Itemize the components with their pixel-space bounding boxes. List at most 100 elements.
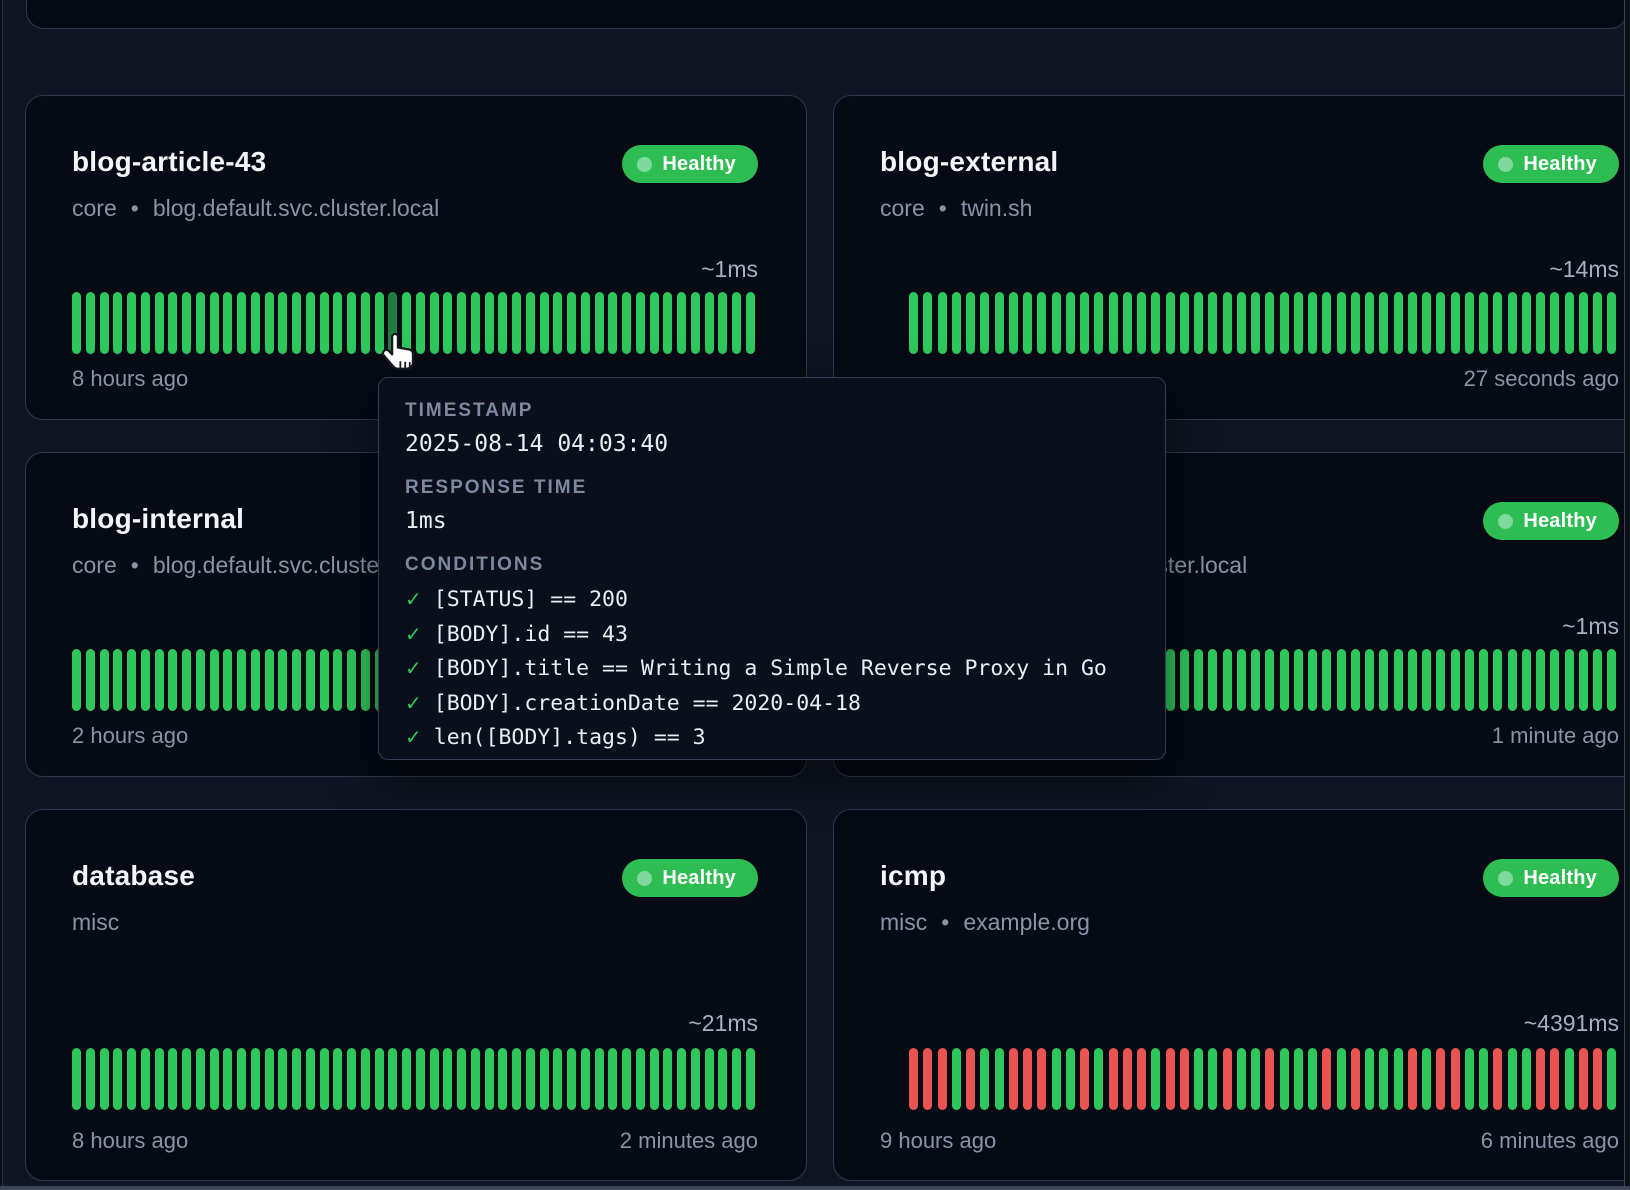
- status-bar-success[interactable]: [540, 1048, 549, 1110]
- status-bar-success[interactable]: [1465, 649, 1474, 711]
- status-bar-success[interactable]: [127, 1048, 136, 1110]
- status-bar-success[interactable]: [691, 292, 700, 354]
- status-bar-success[interactable]: [278, 649, 287, 711]
- status-bar-success[interactable]: [141, 292, 150, 354]
- status-bar-success[interactable]: [1208, 292, 1217, 354]
- status-bar-failure[interactable]: [1550, 1048, 1559, 1110]
- status-bar-success[interactable]: [1237, 292, 1246, 354]
- status-bar-success[interactable]: [1522, 292, 1531, 354]
- status-bar-success[interactable]: [1337, 292, 1346, 354]
- status-bar-success[interactable]: [1151, 292, 1160, 354]
- status-bar-success[interactable]: [608, 292, 617, 354]
- status-bar-success[interactable]: [952, 1048, 961, 1110]
- status-bar-success[interactable]: [210, 649, 219, 711]
- status-bar-success[interactable]: [430, 292, 439, 354]
- status-bar-success[interactable]: [1508, 649, 1517, 711]
- status-bar-success[interactable]: [1094, 1048, 1103, 1110]
- status-bar-success[interactable]: [1180, 292, 1189, 354]
- status-bar-success[interactable]: [306, 649, 315, 711]
- status-bar-success[interactable]: [402, 1048, 411, 1110]
- status-bar-success[interactable]: [1351, 649, 1360, 711]
- status-bar-success[interactable]: [113, 292, 122, 354]
- status-bar-success[interactable]: [457, 292, 466, 354]
- status-bar-success[interactable]: [581, 292, 590, 354]
- status-bar-success[interactable]: [498, 292, 507, 354]
- status-bar-success[interactable]: [182, 1048, 191, 1110]
- status-bar-success[interactable]: [1394, 1048, 1403, 1110]
- status-bar-success[interactable]: [1280, 1048, 1289, 1110]
- status-bar-success[interactable]: [196, 649, 205, 711]
- status-bar-success[interactable]: [416, 1048, 425, 1110]
- status-bar-success[interactable]: [361, 292, 370, 354]
- status-bar-success[interactable]: [1436, 649, 1445, 711]
- status-bar-success[interactable]: [1052, 1048, 1061, 1110]
- status-bar-success[interactable]: [1322, 649, 1331, 711]
- status-bar-success[interactable]: [196, 292, 205, 354]
- status-bar-success[interactable]: [1365, 292, 1374, 354]
- status-bar-failure[interactable]: [1180, 1048, 1189, 1110]
- status-bar-success[interactable]: [512, 1048, 521, 1110]
- status-bar-success[interactable]: [361, 649, 370, 711]
- status-bar-success[interactable]: [1508, 1048, 1517, 1110]
- status-bar-success[interactable]: [1166, 649, 1175, 711]
- status-bar-success[interactable]: [526, 1048, 535, 1110]
- status-bar-success[interactable]: [320, 1048, 329, 1110]
- status-bar-failure[interactable]: [1322, 1048, 1331, 1110]
- status-bar-success[interactable]: [1565, 292, 1574, 354]
- status-bar-success[interactable]: [1308, 649, 1317, 711]
- status-bar-success[interactable]: [86, 292, 95, 354]
- status-bar-failure[interactable]: [1166, 1048, 1175, 1110]
- status-bar-success[interactable]: [1607, 1048, 1616, 1110]
- status-bar-success[interactable]: [1080, 292, 1089, 354]
- status-bar-success[interactable]: [72, 649, 81, 711]
- status-bar-success[interactable]: [1237, 649, 1246, 711]
- status-bar-success[interactable]: [1436, 292, 1445, 354]
- status-bar-success[interactable]: [320, 649, 329, 711]
- status-bar-success[interactable]: [265, 1048, 274, 1110]
- status-bar-success[interactable]: [705, 292, 714, 354]
- status-bar-success[interactable]: [1280, 649, 1289, 711]
- status-bar-success[interactable]: [622, 1048, 631, 1110]
- status-bar-success[interactable]: [278, 292, 287, 354]
- status-bar-success[interactable]: [512, 292, 521, 354]
- status-bar-success[interactable]: [1037, 292, 1046, 354]
- status-bar-success[interactable]: [1365, 1048, 1374, 1110]
- status-bar-success[interactable]: [1379, 649, 1388, 711]
- status-bar-success[interactable]: [1123, 292, 1132, 354]
- status-bar-failure[interactable]: [1223, 1048, 1232, 1110]
- endpoint-card-icmp[interactable]: icmp misc • example.org Healthy ~4391ms …: [833, 809, 1630, 1181]
- status-bar-success[interactable]: [210, 1048, 219, 1110]
- status-bar-success[interactable]: [1451, 292, 1460, 354]
- status-bar-success[interactable]: [540, 292, 549, 354]
- status-bar-success[interactable]: [306, 1048, 315, 1110]
- status-bar-success[interactable]: [1265, 649, 1274, 711]
- status-bar-success[interactable]: [1280, 292, 1289, 354]
- status-bar-success[interactable]: [265, 649, 274, 711]
- status-bar-success[interactable]: [223, 1048, 232, 1110]
- status-bar-success[interactable]: [471, 292, 480, 354]
- status-bar-success[interactable]: [86, 649, 95, 711]
- status-bar-success[interactable]: [1094, 292, 1103, 354]
- status-bar-success[interactable]: [1593, 292, 1602, 354]
- status-bar-success[interactable]: [430, 1048, 439, 1110]
- status-bar-failure[interactable]: [1080, 1048, 1089, 1110]
- status-bar-success[interactable]: [457, 1048, 466, 1110]
- status-bar-success[interactable]: [127, 649, 136, 711]
- status-bar-success[interactable]: [223, 292, 232, 354]
- status-bar-success[interactable]: [100, 292, 109, 354]
- status-bar-success[interactable]: [746, 1048, 755, 1110]
- status-bar-success[interactable]: [196, 1048, 205, 1110]
- status-bar-failure[interactable]: [1137, 1048, 1146, 1110]
- status-bar-success[interactable]: [251, 649, 260, 711]
- status-bar-success[interactable]: [127, 292, 136, 354]
- status-bar-success[interactable]: [1308, 292, 1317, 354]
- status-bar-success[interactable]: [292, 649, 301, 711]
- status-bar-success[interactable]: [333, 292, 342, 354]
- status-bar-success[interactable]: [1265, 292, 1274, 354]
- status-bar-success[interactable]: [636, 292, 645, 354]
- status-bar-success[interactable]: [691, 1048, 700, 1110]
- status-bar-success[interactable]: [498, 1048, 507, 1110]
- status-bar-success[interactable]: [995, 292, 1004, 354]
- status-bar-success[interactable]: [1294, 649, 1303, 711]
- status-bar-success[interactable]: [952, 292, 961, 354]
